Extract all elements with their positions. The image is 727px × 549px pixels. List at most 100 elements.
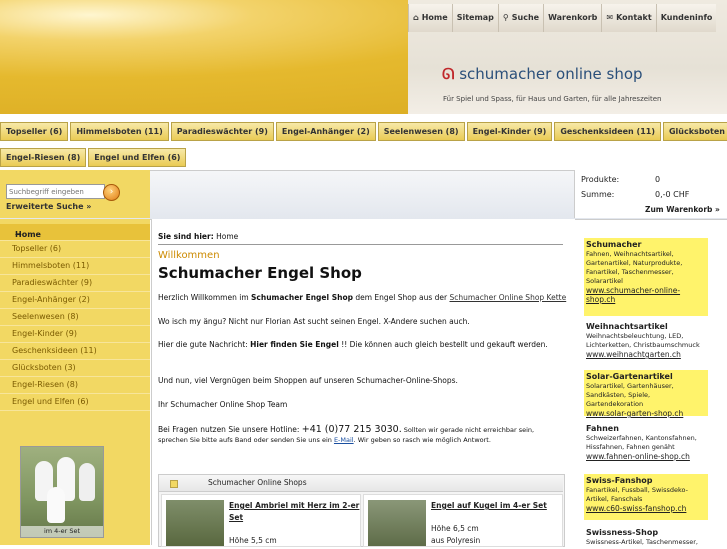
shop-box-swissness: Swissness-Shop Swissness-Artikel, Tasche…: [584, 526, 708, 549]
sidebar-item-seelenwesen[interactable]: Seelenwesen (8): [0, 309, 150, 326]
search-icon: ⚲: [502, 13, 509, 22]
shop-box-solar: Solar-Gartenartikel Solarartikel, Garten…: [584, 370, 708, 418]
cart-products-label: Produkte:: [581, 175, 620, 184]
tab-topseller[interactable]: Topseller (6): [0, 122, 69, 141]
sidebar-item-topseller[interactable]: Topseller (6): [0, 241, 150, 258]
sidebar-item-engel-anhaenger[interactable]: Engel-Anhänger (2): [0, 292, 150, 309]
intro-paragraph: Herzlich Willkommen im Schumacher Engel …: [158, 293, 567, 302]
category-tabs-row2: Engel-Riesen (8) Engel und Elfen (6): [0, 148, 188, 167]
cart-link[interactable]: Zum Warenkorb »: [645, 205, 720, 214]
sidebar-item-engel-kinder[interactable]: Engel-Kinder (9): [0, 326, 150, 343]
product-desc: Höhe 6,5 cm: [431, 524, 479, 533]
shop-box-weihnachtsartikel: Weihnachtsartikel Weihnachtsbeleuchtung,…: [584, 320, 708, 366]
tab-himmelsboten[interactable]: Himmelsboten (11): [70, 122, 169, 141]
shop-box-fahnen: Fahnen Schweizerfahnen, Kantonsfahnen, H…: [584, 422, 708, 468]
product-image[interactable]: [166, 500, 224, 546]
shop-box-link[interactable]: www.schumacher-online-shop.ch: [586, 286, 706, 304]
tab-engel-kinder[interactable]: Engel-Kinder (9): [466, 122, 553, 141]
topnav-contact[interactable]: ✉ Kontakt: [601, 4, 656, 32]
shop-box-title: Schumacher: [586, 240, 642, 249]
tab-engel-anhaenger[interactable]: Engel-Anhänger (2): [275, 122, 376, 141]
tab-engel-riesen[interactable]: Engel-Riesen (8): [0, 148, 87, 167]
shop-box-title: Swiss-Fanshop: [586, 476, 653, 485]
sidebar-item-himmelsboten[interactable]: Himmelsboten (11): [0, 258, 150, 275]
email-link[interactable]: E-Mail: [334, 436, 354, 444]
sidebar-item-gluecksboten[interactable]: Glücksboten (3): [0, 360, 150, 377]
paragraph-4: Und nun, viel Vergnügen beim Shoppen auf…: [158, 376, 458, 385]
category-tabs-row1: Topseller (6) Himmelsboten (11) Paradies…: [0, 122, 727, 141]
shop-chain-link[interactable]: Schumacher Online Shop Kette: [449, 293, 566, 302]
featured-image-caption: im 4-er Set: [21, 526, 103, 537]
shop-box-desc: Weihnachtsbeleuchtung, LED, Lichterkette…: [586, 332, 700, 349]
shop-box-title: Weihnachtsartikel: [586, 322, 668, 331]
product-card[interactable]: Engel Ambriel mit Herz im 2-er Set Höhe …: [161, 494, 361, 547]
home-icon: ⌂: [413, 13, 419, 22]
advanced-search-link[interactable]: Erweiterte Suche »: [6, 202, 91, 211]
square-bullet-icon: [170, 480, 178, 488]
topnav-search[interactable]: ⚲ Suche: [497, 4, 544, 32]
tab-paradieswaechter[interactable]: Paradieswächter (9): [170, 122, 274, 141]
brand-tagline: Für Spiel und Spass, für Haus und Garten…: [443, 95, 662, 103]
shop-box-swiss-fanshop: Swiss-Fanshop Fanartikel, Fussball, Swis…: [584, 474, 708, 520]
product-name-cont[interactable]: Set: [229, 513, 243, 522]
tab-gluecksboten[interactable]: Glücksboten (3): [662, 122, 727, 141]
sidebar-item-engel-und-elfen[interactable]: Engel und Elfen (6): [0, 394, 150, 411]
shop-box-desc: Fahnen, Weihnachtsartikel, Gartenartikel…: [586, 250, 683, 285]
hotline-number: +41 (0)77 215 3030.: [301, 424, 402, 435]
paragraph-5: Ihr Schumacher Online Shop Team: [158, 400, 288, 409]
shop-box-desc: Fanartikel, Fussball, Swissdeko-Artikel,…: [586, 486, 688, 503]
search-input[interactable]: [6, 184, 105, 199]
cart-sum-value: 0,-0 CHF: [655, 190, 690, 199]
product-card[interactable]: Engel auf Kugel im 4-er Set Höhe 6,5 cm …: [363, 494, 563, 547]
tab-engel-und-elfen[interactable]: Engel und Elfen (6): [88, 148, 187, 167]
sidebar-item-home[interactable]: → Home: [0, 224, 150, 241]
shop-box-title: Solar-Gartenartikel: [586, 372, 673, 381]
product-material: aus Polyresin: [431, 536, 481, 545]
shop-box-link[interactable]: www.weihnachtgarten.ch: [586, 350, 706, 359]
paragraph-3: Hier die gute Nachricht: Hier finden Sie…: [158, 340, 548, 349]
angel-figurine-shape: [47, 487, 65, 523]
product-name[interactable]: Engel auf Kugel im 4-er Set: [431, 501, 547, 510]
featured-product-image[interactable]: im 4-er Set: [20, 446, 104, 538]
topnav-cart[interactable]: Warenkorb: [543, 4, 602, 32]
product-name[interactable]: Engel Ambriel mit Herz im 2-er: [229, 501, 359, 510]
paragraph-2: Wo isch my ängu? Nicht nur Florian Ast s…: [158, 317, 470, 326]
shops-panel-header: Schumacher Online Shops: [159, 475, 563, 492]
top-navigation: ⌂ Home Sitemap ⚲ Suche Warenkorb ✉ Kontakt …: [408, 4, 717, 32]
sidebar-item-paradieswaechter[interactable]: Paradieswächter (9): [0, 275, 150, 292]
search-submit-button[interactable]: ›: [103, 184, 120, 201]
topnav-customer-info[interactable]: Kundeninfo: [655, 4, 717, 32]
cart-sum-label: Summe:: [581, 190, 615, 199]
header-banner: ⌂ Home Sitemap ⚲ Suche Warenkorb ✉ Kontakt …: [0, 0, 727, 114]
shop-box-desc: Schweizerfahnen, Kantonsfahnen, Hissfahn…: [586, 434, 697, 451]
cart-products-value: 0: [655, 175, 661, 184]
angel-figurine-shape: [79, 463, 95, 501]
sidebar-item-geschenksideen[interactable]: Geschenksideen (11): [0, 343, 150, 360]
page-title: Schumacher Engel Shop: [158, 264, 362, 282]
shop-box-schumacher: Schumacher Fahnen, Weihnachtsartikel, Ga…: [584, 238, 708, 316]
shop-box-link[interactable]: www.fahnen-online-shop.ch: [586, 452, 706, 461]
breadcrumb: Sie sind hier: Home: [158, 232, 239, 241]
shop-box-title: Swissness-Shop: [586, 528, 659, 537]
logo-swirl-icon: ᘏ: [442, 65, 455, 83]
cart-summary: Produkte: 0 Summe: 0,-0 CHF Zum Warenkor…: [574, 170, 727, 218]
shop-box-title: Fahnen: [586, 424, 619, 433]
tab-geschenksideen[interactable]: Geschenksideen (11): [554, 122, 661, 141]
welcome-heading: Willkommen: [158, 250, 220, 261]
arrow-right-icon: ›: [109, 187, 114, 197]
hotline-line-1: Bei Fragen nutzen Sie unsere Hotline: +4…: [158, 424, 535, 435]
shop-box-link[interactable]: www.solar-garten-shop.ch: [586, 409, 706, 418]
shops-panel-title: Schumacher Online Shops: [208, 478, 307, 487]
tab-seelenwesen[interactable]: Seelenwesen (8): [377, 122, 465, 141]
sidebar-item-engel-riesen[interactable]: Engel-Riesen (8): [0, 377, 150, 394]
product-image[interactable]: [368, 500, 426, 546]
divider: [158, 244, 563, 245]
brand-logo[interactable]: ᘏ schumacher online shop: [442, 65, 643, 83]
topnav-sitemap[interactable]: Sitemap: [451, 4, 498, 32]
breadcrumb-home[interactable]: Home: [216, 232, 238, 241]
shop-box-desc: Swissness-Artikel, Taschenmesser,: [586, 538, 698, 546]
product-desc: Höhe 5,5 cm: [229, 536, 277, 545]
hotline-line-2: sprechen Sie bitte aufs Band oder senden…: [158, 436, 491, 444]
topnav-home[interactable]: ⌂ Home: [408, 4, 452, 32]
shop-box-link[interactable]: www.c60-swiss-fanshop.ch: [586, 504, 706, 513]
